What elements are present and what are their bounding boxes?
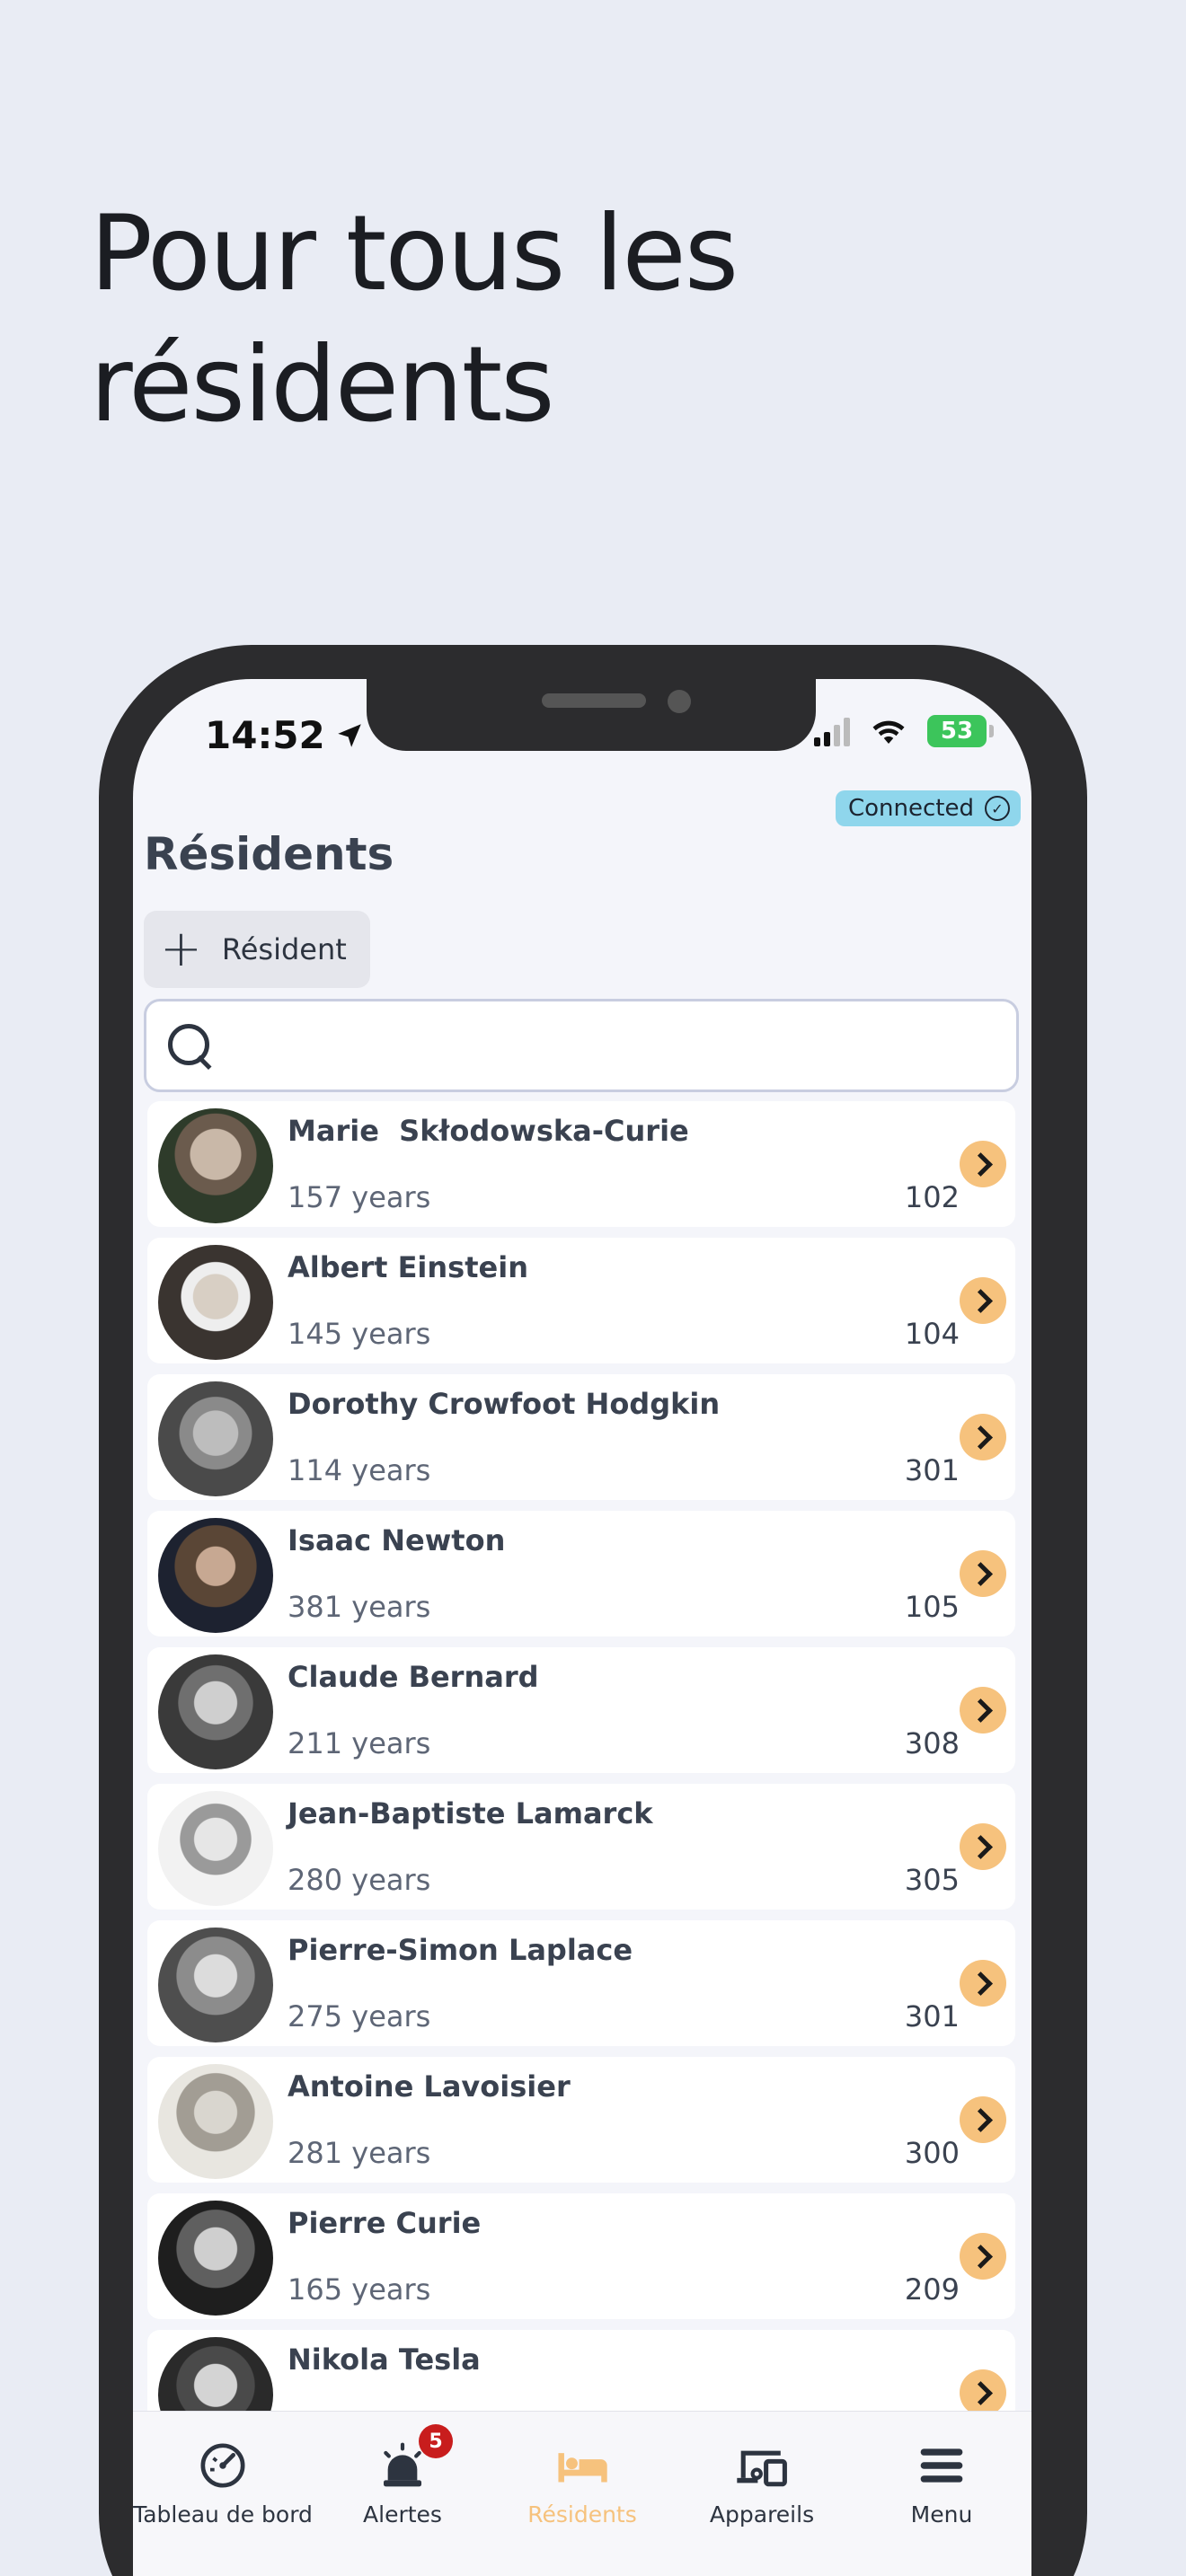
resident-row[interactable]: Marie Skłodowska-Curie 157 years 102 xyxy=(147,1101,1015,1227)
search-input[interactable] xyxy=(236,1028,955,1063)
check-circle-icon: ✓ xyxy=(985,796,1010,821)
resident-age: 114 years xyxy=(288,1453,431,1487)
resident-age: 145 years xyxy=(288,1317,431,1351)
resident-row[interactable]: Albert Einstein 145 years 104 xyxy=(147,1238,1015,1363)
resident-room: 102 xyxy=(904,1180,960,1214)
avatar xyxy=(158,1245,273,1360)
tab-label: Appareils xyxy=(709,2501,815,2527)
chevron-right-icon[interactable] xyxy=(960,2369,1006,2416)
tab-label: Résidents xyxy=(527,2501,637,2527)
chevron-right-icon[interactable] xyxy=(960,1823,1006,1870)
resident-room: 308 xyxy=(904,1726,960,1760)
avatar xyxy=(158,1928,273,2042)
resident-age: 280 years xyxy=(288,1863,431,1897)
chevron-right-icon[interactable] xyxy=(960,1550,1006,1597)
avatar xyxy=(158,1108,273,1223)
resident-row[interactable]: Pierre Curie 165 years 209 xyxy=(147,2193,1015,2319)
gauge-icon xyxy=(196,2439,250,2492)
headline: Pour tous les résidents xyxy=(90,193,739,446)
resident-name: Albert Einstein xyxy=(288,1250,528,1284)
speaker xyxy=(542,693,646,708)
resident-name: Jean-Baptiste Lamarck xyxy=(288,1796,653,1831)
avatar xyxy=(158,2201,273,2316)
avatar xyxy=(158,1381,273,1496)
resident-age: 281 years xyxy=(288,2136,431,2170)
resident-row[interactable]: Isaac Newton 381 years 105 xyxy=(147,1511,1015,1636)
search-icon xyxy=(164,1020,215,1071)
resident-age: 211 years xyxy=(288,1726,431,1760)
phone-screen: 14:52 53 Connected ✓ Résidents + Résiden… xyxy=(133,679,1031,2576)
tab-label: Tableau de bord xyxy=(133,2501,313,2527)
resident-name: Pierre Curie xyxy=(288,2206,482,2240)
battery-icon: 53 xyxy=(927,715,994,747)
resident-age: 157 years xyxy=(288,1180,431,1214)
resident-name: Pierre-Simon Laplace xyxy=(288,1933,633,1967)
tab-devices[interactable]: Appareils xyxy=(672,2412,852,2576)
resident-room: 209 xyxy=(904,2272,960,2307)
resident-name: Dorothy Crowfoot Hodgkin xyxy=(288,1387,721,1421)
add-resident-label: Résident xyxy=(221,932,347,966)
chevron-right-icon[interactable] xyxy=(960,2233,1006,2280)
avatar xyxy=(158,1654,273,1769)
resident-name: Claude Bernard xyxy=(288,1660,539,1694)
chevron-right-icon[interactable] xyxy=(960,1141,1006,1187)
residents-list: Marie Skłodowska-Curie 157 years 102 Alb… xyxy=(147,1101,1015,2466)
tab-menu[interactable]: Menu xyxy=(852,2412,1031,2576)
resident-name: Nikola Tesla xyxy=(288,2342,481,2377)
phone-frame: 14:52 53 Connected ✓ Résidents + Résiden… xyxy=(99,645,1087,2576)
battery-level: 53 xyxy=(940,718,974,745)
search-field[interactable] xyxy=(144,999,1019,1092)
status-time: 14:52 xyxy=(205,713,365,757)
resident-room: 104 xyxy=(904,1317,960,1351)
chevron-right-icon[interactable] xyxy=(960,1687,1006,1734)
camera xyxy=(668,690,691,713)
menu-icon xyxy=(915,2439,969,2492)
avatar xyxy=(158,1791,273,1906)
location-arrow-icon xyxy=(337,723,361,747)
chevron-right-icon[interactable] xyxy=(960,1277,1006,1324)
wifi-icon xyxy=(872,720,905,744)
tab-residents[interactable]: Résidents xyxy=(492,2412,672,2576)
resident-room: 301 xyxy=(904,1453,960,1487)
tab-label: Menu xyxy=(910,2501,973,2527)
chevron-right-icon[interactable] xyxy=(960,1960,1006,2007)
status-icons: 53 xyxy=(814,715,994,747)
signal-icon xyxy=(814,716,850,746)
resident-row[interactable]: Antoine Lavoisier 281 years 300 xyxy=(147,2057,1015,2183)
resident-row[interactable]: Pierre-Simon Laplace 275 years 301 xyxy=(147,1920,1015,2046)
page-title: Résidents xyxy=(144,828,394,880)
resident-room: 301 xyxy=(904,1999,960,2033)
add-resident-button[interactable]: + Résident xyxy=(144,911,370,988)
resident-row[interactable]: Claude Bernard 211 years 308 xyxy=(147,1647,1015,1773)
resident-name: Isaac Newton xyxy=(288,1523,506,1557)
chevron-right-icon[interactable] xyxy=(960,1414,1006,1460)
resident-room: 105 xyxy=(904,1590,960,1624)
resident-name: Marie Skłodowska-Curie xyxy=(288,1114,689,1148)
devices-icon xyxy=(735,2439,789,2492)
connection-status-label: Connected xyxy=(847,795,974,822)
resident-room: 300 xyxy=(904,2136,960,2170)
alert-count-badge: 5 xyxy=(419,2424,453,2458)
tab-label: Alertes xyxy=(363,2501,442,2527)
resident-row[interactable]: Dorothy Crowfoot Hodgkin 114 years 301 xyxy=(147,1374,1015,1500)
resident-age: 381 years xyxy=(288,1590,431,1624)
plus-icon: + xyxy=(160,920,202,978)
avatar xyxy=(158,2064,273,2179)
chevron-right-icon[interactable] xyxy=(960,2096,1006,2143)
notch xyxy=(367,679,816,751)
tab-dashboard[interactable]: Tableau de bord xyxy=(133,2412,313,2576)
connection-status-badge: Connected ✓ xyxy=(835,790,1021,826)
bed-icon xyxy=(555,2439,609,2492)
resident-row[interactable]: Jean-Baptiste Lamarck 280 years 305 xyxy=(147,1784,1015,1910)
tab-alerts[interactable]: 5 Alertes xyxy=(313,2412,492,2576)
resident-age: 165 years xyxy=(288,2272,431,2307)
resident-name: Antoine Lavoisier xyxy=(288,2069,571,2104)
resident-room: 305 xyxy=(904,1863,960,1897)
resident-age: 275 years xyxy=(288,1999,431,2033)
tab-bar: Tableau de bord 5 Alertes Résidents Appa… xyxy=(133,2411,1031,2576)
avatar xyxy=(158,1518,273,1633)
status-time-text: 14:52 xyxy=(205,713,325,757)
